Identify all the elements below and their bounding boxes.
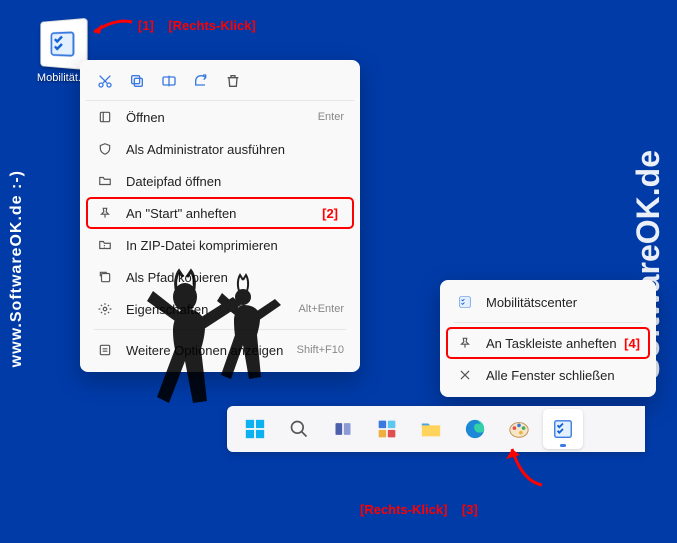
annotation-arrow-1	[90, 18, 134, 40]
menu-mobility-label: Mobilitätscenter	[486, 295, 640, 310]
annotation-3-num: [3]	[462, 502, 478, 517]
menu-pin-taskbar[interactable]: An Taskleiste anheften [4]	[446, 327, 650, 359]
zip-icon	[96, 236, 114, 254]
menu-pin-taskbar-label: An Taskleiste anheften	[486, 336, 618, 351]
taskbar-start[interactable]	[235, 409, 275, 449]
taskbar-explorer[interactable]	[411, 409, 451, 449]
folder-icon	[96, 172, 114, 190]
copy-button[interactable]	[126, 70, 148, 92]
menu-open[interactable]: Öffnen Enter	[86, 101, 354, 133]
taskbar-widgets[interactable]	[367, 409, 407, 449]
mobility-app-icon	[40, 18, 87, 70]
menu-open-filepath[interactable]: Dateipfad öffnen	[86, 165, 354, 197]
more-icon	[96, 341, 114, 359]
taskbar-edge[interactable]	[455, 409, 495, 449]
menu-mobility-center[interactable]: Mobilitätscenter	[446, 286, 650, 318]
close-icon	[456, 366, 474, 384]
taskbar-taskview[interactable]	[323, 409, 363, 449]
menu-open-shortcut: Enter	[318, 111, 344, 123]
menu-close-all[interactable]: Alle Fenster schließen	[446, 359, 650, 391]
pin-icon	[96, 204, 114, 222]
context-menu-taskbar: Mobilitätscenter An Taskleiste anheften …	[440, 280, 656, 397]
taskbar	[227, 406, 645, 452]
menu-zip[interactable]: In ZIP-Datei komprimieren	[86, 229, 354, 261]
menu-close-all-label: Alle Fenster schließen	[486, 368, 640, 383]
share-button[interactable]	[190, 70, 212, 92]
menu-separator	[454, 322, 642, 323]
taskbar-search[interactable]	[279, 409, 319, 449]
cut-button[interactable]	[94, 70, 116, 92]
pin-icon	[456, 334, 474, 352]
gear-icon	[96, 300, 114, 318]
annotation-1-num: [1]	[138, 18, 154, 33]
menu-pin-start-label: An "Start" anheften	[126, 206, 344, 221]
annotation-arrow-3	[504, 441, 554, 489]
menu-zip-label: In ZIP-Datei komprimieren	[126, 238, 344, 253]
shield-icon	[96, 140, 114, 158]
annotation-3-text: [Rechts-Klick]	[360, 502, 447, 517]
copy-path-icon	[96, 268, 114, 286]
annotation-3: [Rechts-Klick] [3]	[360, 502, 478, 517]
delete-button[interactable]	[222, 70, 244, 92]
menu-open-filepath-label: Dateipfad öffnen	[126, 174, 344, 189]
menu-run-admin[interactable]: Als Administrator ausführen	[86, 133, 354, 165]
annotation-1: [1] [Rechts-Klick]	[138, 18, 256, 33]
open-icon	[96, 108, 114, 126]
menu-pin-start[interactable]: An "Start" anheften [2]	[86, 197, 354, 229]
annotation-2-num: [2]	[322, 206, 338, 221]
watermark-left: www.SoftwareOK.de :-)	[8, 170, 26, 367]
context-menu-toolbar	[86, 66, 354, 101]
annotation-1-text: [Rechts-Klick]	[168, 18, 255, 33]
annotation-4-num: [4]	[624, 336, 640, 351]
menu-open-label: Öffnen	[126, 110, 308, 125]
menu-run-admin-label: Als Administrator ausführen	[126, 142, 344, 157]
rename-button[interactable]	[158, 70, 180, 92]
app-icon	[456, 293, 474, 311]
